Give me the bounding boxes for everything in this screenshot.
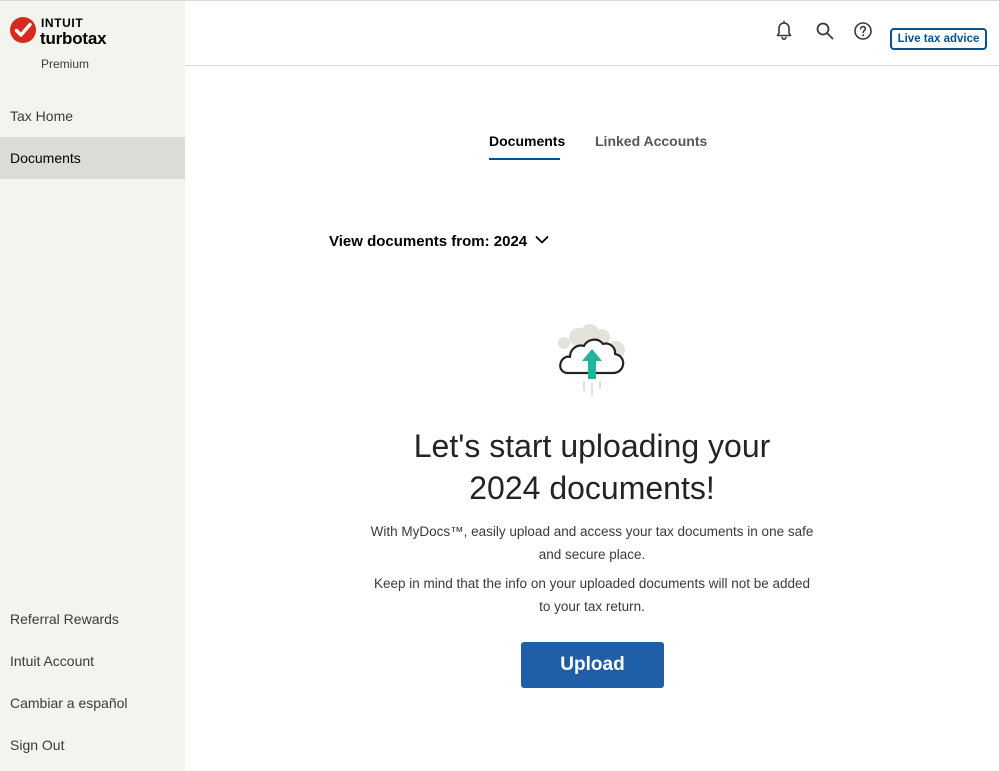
tab-documents[interactable]: Documents bbox=[489, 133, 565, 149]
live-tax-advice-button[interactable]: Live tax advice bbox=[890, 28, 987, 50]
active-tab-indicator bbox=[489, 158, 560, 160]
note-line-1: Keep in mind that the info on your uploa… bbox=[373, 576, 811, 591]
description-line-2: and secure place. bbox=[538, 547, 646, 562]
description-line-1: With MyDocs™, easily upload and access y… bbox=[370, 524, 814, 539]
search-icon[interactable] bbox=[813, 19, 837, 43]
year-selector-label: View documents from: bbox=[329, 233, 490, 250]
app-window: INTUIT turbotax Premium Tax Home Documen… bbox=[0, 0, 999, 771]
sidebar-item-sign-out[interactable]: Sign Out bbox=[0, 724, 185, 766]
sidebar-item-documents[interactable]: Documents bbox=[0, 137, 185, 179]
bell-icon[interactable] bbox=[772, 19, 796, 43]
logo-tier-text: Premium bbox=[41, 57, 90, 71]
cloud-upload-icon bbox=[556, 323, 628, 397]
empty-state-heading: Let's start uploading your 2024 document… bbox=[342, 425, 842, 509]
sidebar-item-referral-rewards[interactable]: Referral Rewards bbox=[0, 598, 185, 640]
tab-linked-accounts[interactable]: Linked Accounts bbox=[595, 133, 707, 149]
sidebar-item-intuit-account[interactable]: Intuit Account bbox=[0, 640, 185, 682]
upload-note: Keep in mind that the info on your uploa… bbox=[362, 572, 822, 618]
help-icon[interactable] bbox=[851, 19, 875, 43]
chevron-down-icon bbox=[535, 232, 549, 249]
turbotax-logo[interactable]: INTUIT turbotax Premium bbox=[10, 15, 180, 75]
upload-button[interactable]: Upload bbox=[521, 642, 664, 688]
year-selector-value: 2024 bbox=[493, 233, 528, 250]
heading-line-2: 2024 documents! bbox=[469, 470, 715, 506]
logo-product-text: turbotax bbox=[40, 29, 107, 48]
note-line-2: to your tax return. bbox=[539, 599, 645, 614]
sidebar-item-tax-home[interactable]: Tax Home bbox=[0, 95, 185, 137]
sidebar: INTUIT turbotax Premium Tax Home Documen… bbox=[0, 1, 185, 771]
heading-line-1: Let's start uploading your bbox=[413, 428, 771, 464]
top-bar: Live tax advice bbox=[185, 1, 999, 66]
sidebar-item-cambiar-espanol[interactable]: Cambiar a español bbox=[0, 682, 185, 724]
logo-company-text: INTUIT bbox=[41, 16, 84, 30]
mydocs-description: With MyDocs™, easily upload and access y… bbox=[362, 520, 822, 566]
year-selector[interactable]: View documents from: 2024 bbox=[329, 233, 549, 250]
checkmark-logo-icon bbox=[10, 17, 36, 43]
